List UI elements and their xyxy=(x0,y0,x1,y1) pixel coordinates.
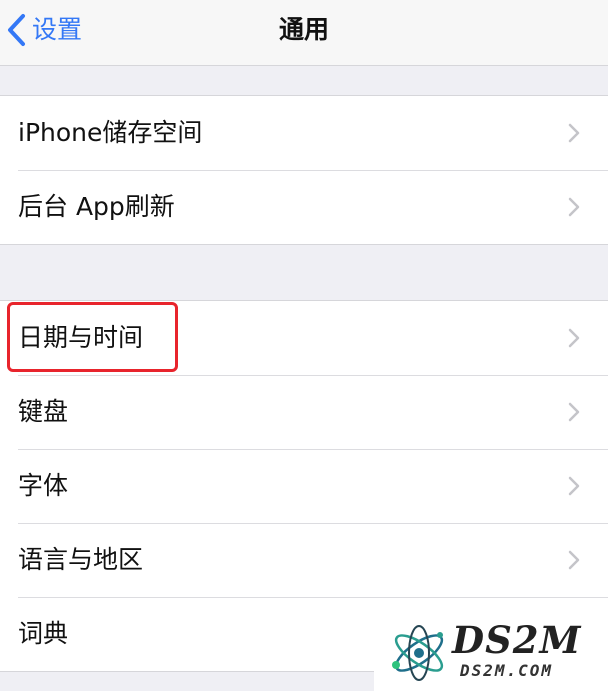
watermark-url: DS2M.COM xyxy=(460,661,554,680)
chevron-right-icon xyxy=(568,550,580,570)
row-label: 键盘 xyxy=(18,397,69,426)
watermark: DS2M DS2M.COM xyxy=(374,615,608,691)
settings-row-iphone-storage[interactable]: iPhone储存空间 xyxy=(0,96,608,170)
settings-row-keyboard[interactable]: 键盘 xyxy=(0,375,608,449)
chevron-right-icon xyxy=(568,476,580,496)
row-label: 后台 App刷新 xyxy=(18,192,175,221)
row-label: 字体 xyxy=(18,471,69,500)
chevron-right-icon xyxy=(568,123,580,143)
settings-row-language-region[interactable]: 语言与地区 xyxy=(0,523,608,597)
navigation-bar: 设置 通用 xyxy=(0,0,608,66)
settings-row-background-app-refresh[interactable]: 后台 App刷新 xyxy=(0,170,608,244)
chevron-right-icon xyxy=(568,402,580,422)
settings-group-storage: iPhone储存空间 后台 App刷新 xyxy=(0,95,608,245)
screen: 设置 通用 iPhone储存空间 后台 App刷新 日期与时间 键盘 字体 语言… xyxy=(0,0,608,691)
atom-logo-icon xyxy=(388,621,450,689)
chevron-right-icon xyxy=(568,328,580,348)
row-label: 日期与时间 xyxy=(18,323,144,352)
settings-row-date-time[interactable]: 日期与时间 xyxy=(0,301,608,375)
watermark-text: DS2M xyxy=(452,618,582,662)
row-label: iPhone储存空间 xyxy=(18,118,203,147)
row-label: 语言与地区 xyxy=(18,545,144,574)
page-title: 通用 xyxy=(278,15,329,44)
row-label: 词典 xyxy=(18,619,69,648)
settings-row-fonts[interactable]: 字体 xyxy=(0,449,608,523)
chevron-right-icon xyxy=(568,197,580,217)
